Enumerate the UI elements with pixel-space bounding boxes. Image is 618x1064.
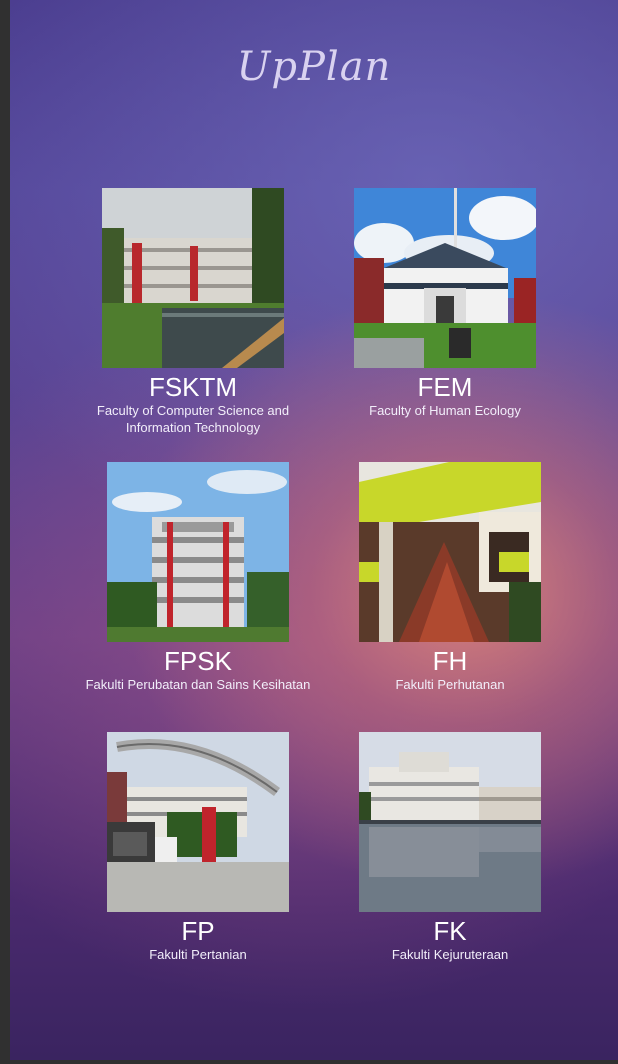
fsktm-building-photo bbox=[102, 188, 284, 368]
faculty-name: Faculty of Human Ecology bbox=[369, 403, 521, 418]
app-title: UpPlan bbox=[236, 44, 392, 90]
faculty-code: FPSK bbox=[164, 646, 232, 676]
faculty-name: Faculty of Computer Science and Informat… bbox=[96, 403, 290, 435]
device-frame: UpPlan FSKTM Faculty of Computer Science… bbox=[0, 0, 618, 1064]
faculty-name: Fakulti Pertanian bbox=[149, 947, 247, 962]
fpsk-building-photo bbox=[107, 462, 289, 642]
faculty-code: FK bbox=[433, 916, 467, 946]
faculty-code: FH bbox=[432, 646, 468, 676]
faculty-card-fk[interactable]: FK Fakulti Kejuruteraan bbox=[320, 732, 580, 963]
fp-building-photo bbox=[107, 732, 289, 912]
faculty-name: Fakulti Perhutanan bbox=[395, 677, 505, 692]
faculty-card-fsktm[interactable]: FSKTM Faculty of Computer Science and In… bbox=[63, 188, 323, 436]
faculty-name: Fakulti Kejuruteraan bbox=[391, 947, 509, 962]
faculty-card-fem[interactable]: FEM Faculty of Human Ecology bbox=[315, 188, 575, 419]
faculty-name: Fakulti Perubatan dan Sains Kesihatan bbox=[85, 677, 311, 692]
fh-building-photo bbox=[359, 462, 541, 642]
app-screen: UpPlan FSKTM Faculty of Computer Science… bbox=[10, 0, 618, 1060]
faculty-card-fh[interactable]: FH Fakulti Perhutanan bbox=[320, 462, 580, 693]
fk-building-photo bbox=[359, 732, 541, 912]
faculty-code: FSKTM bbox=[148, 372, 238, 402]
fem-building-photo bbox=[354, 188, 536, 368]
faculty-card-fpsk[interactable]: FPSK Fakulti Perubatan dan Sains Kesihat… bbox=[68, 462, 328, 693]
faculty-code: FEM bbox=[417, 372, 473, 402]
faculty-card-fp[interactable]: FP Fakulti Pertanian bbox=[68, 732, 328, 963]
faculty-code: FP bbox=[181, 916, 215, 946]
